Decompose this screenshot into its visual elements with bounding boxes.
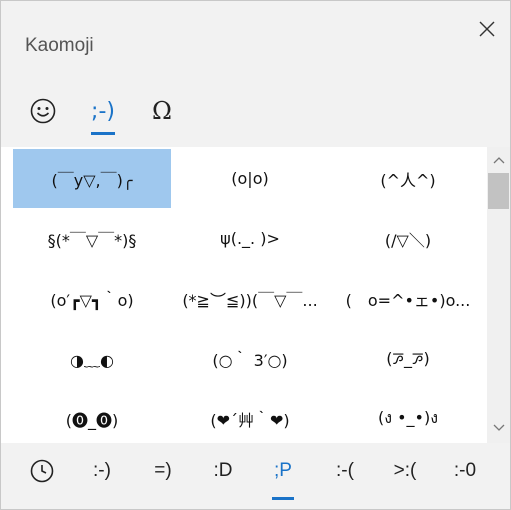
scroll-down-button[interactable] bbox=[487, 417, 510, 439]
kaomoji-grid: (￣y▽,￣)╭ (o|o) (^人^) §(*￣▽￣*)§ ψ(._. )> … bbox=[13, 149, 489, 443]
active-category-indicator bbox=[272, 497, 294, 500]
kaomoji-item[interactable]: (^人^) bbox=[329, 149, 487, 208]
kaomoji-item[interactable]: (o′┏▽┓｀o) bbox=[13, 269, 171, 328]
kaomoji-panel: Kaomoji ;-) Ω (￣y▽,￣)╭ (o|o) (^人^) §(*￣▽… bbox=[0, 0, 511, 510]
tab-surprised[interactable]: :-0 bbox=[443, 453, 487, 489]
kaomoji-item[interactable]: (⓿_⓿) bbox=[13, 389, 171, 443]
kaomoji-item[interactable]: (￣y▽,￣)╭ bbox=[13, 149, 171, 208]
tab-happy[interactable]: :-) bbox=[81, 453, 123, 489]
kaomoji-item[interactable]: ψ(._. )> bbox=[171, 209, 329, 268]
tab-sad[interactable]: :-( bbox=[323, 453, 367, 489]
close-icon bbox=[479, 21, 495, 37]
kaomoji-list: (￣y▽,￣)╭ (o|o) (^人^) §(*￣▽￣*)§ ψ(._. )> … bbox=[1, 147, 510, 443]
chevron-down-icon bbox=[493, 424, 504, 431]
tab-symbols[interactable]: Ω bbox=[141, 85, 183, 137]
tab-smile[interactable]: =) bbox=[143, 453, 183, 489]
tab-kaomoji-label: ;-) bbox=[91, 98, 115, 124]
kaomoji-item[interactable]: (/▽＼) bbox=[329, 209, 487, 268]
kaomoji-item[interactable]: (ง •_•)ง bbox=[329, 389, 487, 443]
active-tab-indicator bbox=[91, 132, 115, 135]
kaomoji-item[interactable]: ◑﹏◐ bbox=[13, 329, 171, 388]
kaomoji-item[interactable]: (o|o) bbox=[171, 149, 329, 208]
tab-emoji[interactable] bbox=[23, 85, 63, 137]
kaomoji-item[interactable]: (*≧︶≦))(￣▽￣... bbox=[171, 269, 329, 328]
kaomoji-item[interactable]: (ꯍ_ꯍ) bbox=[329, 329, 487, 388]
kaomoji-item[interactable]: §(*￣▽￣*)§ bbox=[13, 209, 171, 268]
smiley-icon bbox=[30, 98, 56, 124]
vertical-scrollbar[interactable] bbox=[487, 147, 510, 443]
tab-angry[interactable]: >:( bbox=[383, 453, 427, 489]
scroll-up-button[interactable] bbox=[487, 149, 510, 171]
tab-playful[interactable]: ;P bbox=[263, 453, 303, 489]
kaomoji-item[interactable]: (○｀ 3′○) bbox=[171, 329, 329, 388]
category-tabs: ;-) Ω bbox=[1, 85, 510, 145]
close-button[interactable] bbox=[473, 15, 501, 43]
tab-laugh[interactable]: :D bbox=[203, 453, 243, 489]
kaomoji-item[interactable]: ( o=^•ェ•)o... bbox=[329, 269, 487, 328]
clock-icon bbox=[30, 459, 54, 483]
tab-recent[interactable] bbox=[27, 453, 57, 489]
kaomoji-category-tabs: :-) =) :D ;P :-( >:( :-0 bbox=[1, 445, 510, 509]
scrollbar-thumb[interactable] bbox=[488, 173, 509, 209]
chevron-up-icon bbox=[493, 157, 504, 164]
tab-kaomoji[interactable]: ;-) bbox=[81, 85, 125, 137]
panel-title: Kaomoji bbox=[25, 35, 94, 56]
tab-symbols-label: Ω bbox=[152, 97, 172, 125]
kaomoji-item[interactable]: (❤´艸｀❤) bbox=[171, 389, 329, 443]
